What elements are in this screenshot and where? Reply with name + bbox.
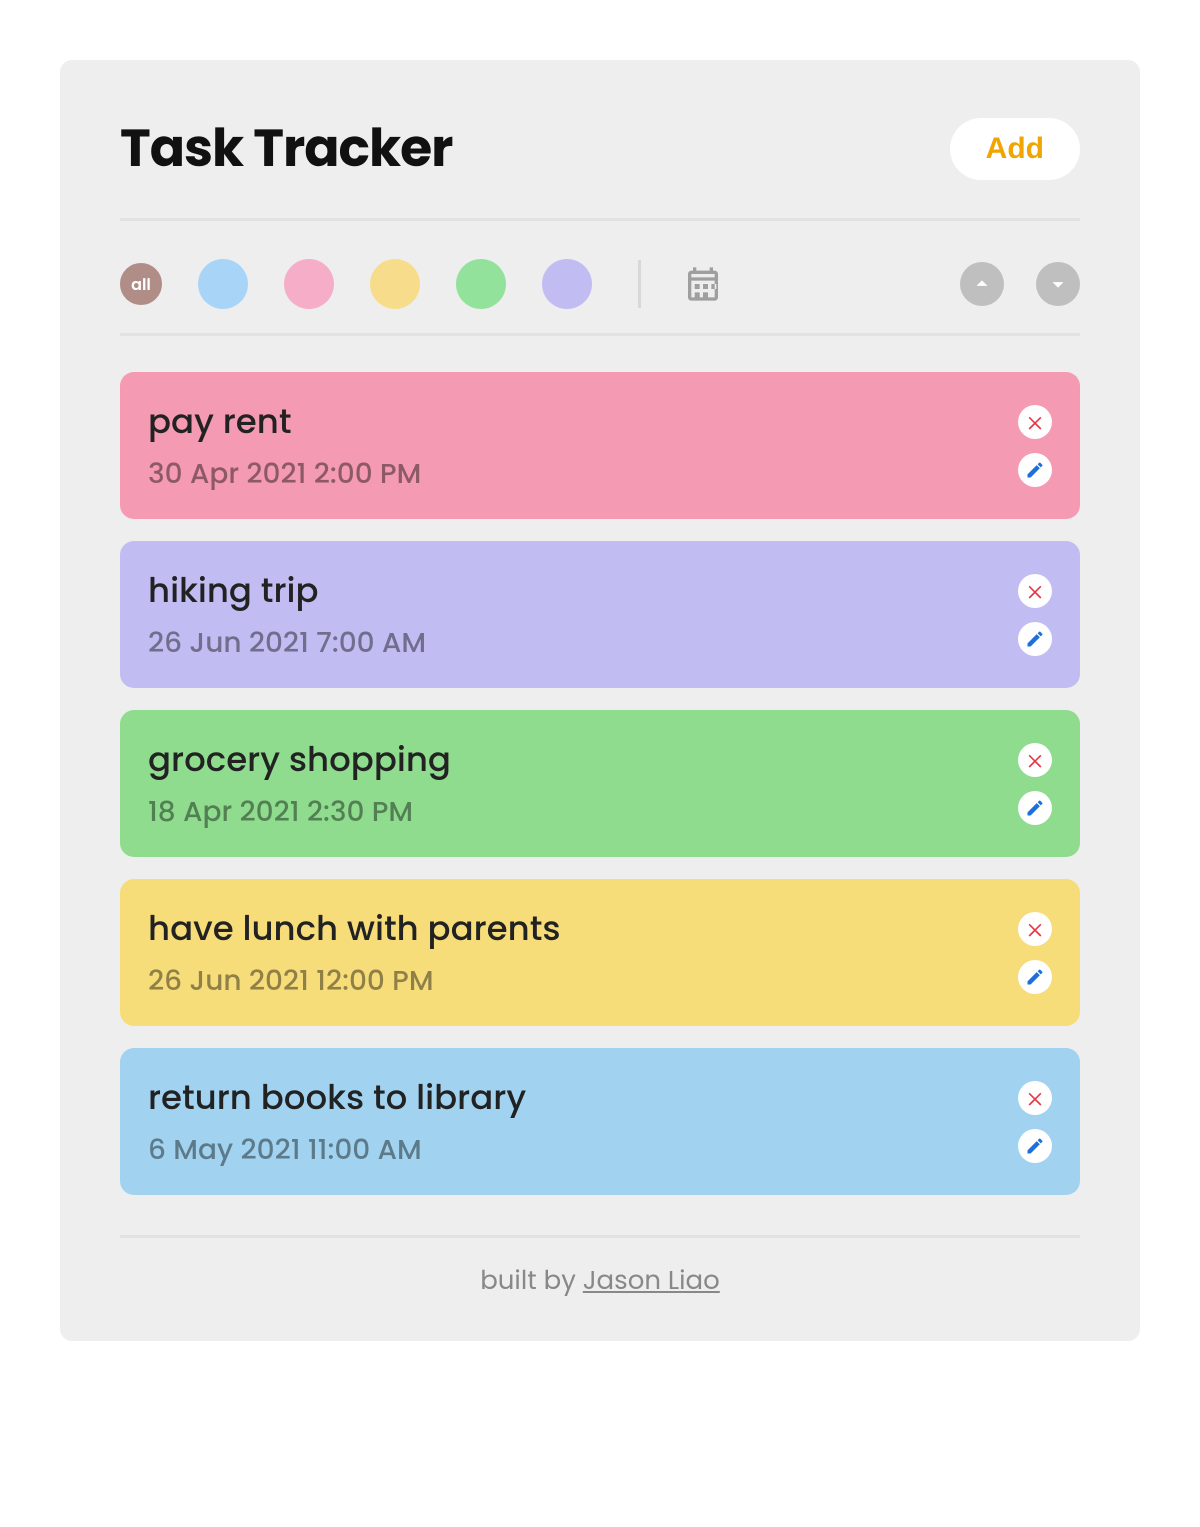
task-card: hiking trip 26 Jun 2021 7:00 AM — [120, 541, 1080, 688]
task-title: have lunch with parents — [148, 903, 561, 954]
toolbar-right — [960, 262, 1080, 306]
task-title: grocery shopping — [148, 734, 451, 785]
toolbar: all — [120, 241, 1080, 336]
add-button[interactable]: Add — [950, 118, 1080, 180]
delete-button[interactable] — [1018, 574, 1052, 608]
task-date: 6 May 2021 11:00 AM — [148, 1129, 526, 1171]
filter-color-pink[interactable] — [284, 259, 334, 309]
task-card: return books to library 6 May 2021 11:00 … — [120, 1048, 1080, 1195]
footer-prefix: built by — [480, 1263, 583, 1299]
footer-author-link[interactable]: Jason Liao — [583, 1263, 720, 1299]
filter-color-purple[interactable] — [542, 259, 592, 309]
task-date: 18 Apr 2021 2:30 PM — [148, 791, 451, 833]
task-card: pay rent 30 Apr 2021 2:00 PM — [120, 372, 1080, 519]
task-title: hiking trip — [148, 565, 426, 616]
task-card: have lunch with parents 26 Jun 2021 12:00… — [120, 879, 1080, 1026]
task-actions — [1018, 574, 1052, 656]
sort-down-button[interactable] — [1036, 262, 1080, 306]
filter-color-yellow[interactable] — [370, 259, 420, 309]
delete-button[interactable] — [1018, 405, 1052, 439]
calendar-icon[interactable] — [683, 264, 723, 304]
sort-up-button[interactable] — [960, 262, 1004, 306]
task-list: pay rent 30 Apr 2021 2:00 PM hiking trip 26… — [120, 372, 1080, 1195]
task-actions — [1018, 912, 1052, 994]
task-date: 26 Jun 2021 7:00 AM — [148, 622, 426, 664]
task-actions — [1018, 405, 1052, 487]
page-title: Task Tracker — [120, 110, 452, 188]
edit-button[interactable] — [1018, 1129, 1052, 1163]
task-info: hiking trip 26 Jun 2021 7:00 AM — [148, 565, 426, 664]
task-info: have lunch with parents 26 Jun 2021 12:00… — [148, 903, 561, 1002]
task-card: grocery shopping 18 Apr 2021 2:30 PM — [120, 710, 1080, 857]
delete-button[interactable] — [1018, 1081, 1052, 1115]
task-info: grocery shopping 18 Apr 2021 2:30 PM — [148, 734, 451, 833]
task-date: 26 Jun 2021 12:00 PM — [148, 960, 561, 1002]
filter-all[interactable]: all — [120, 263, 162, 305]
delete-button[interactable] — [1018, 743, 1052, 777]
filter-color-green[interactable] — [456, 259, 506, 309]
task-info: return books to library 6 May 2021 11:00 … — [148, 1072, 526, 1171]
delete-button[interactable] — [1018, 912, 1052, 946]
task-title: return books to library — [148, 1072, 526, 1123]
task-title: pay rent — [148, 396, 421, 447]
header: Task Tracker Add — [120, 110, 1080, 221]
app-container: Task Tracker Add all pay rent 30 Apr 2021… — [60, 60, 1140, 1341]
edit-button[interactable] — [1018, 791, 1052, 825]
edit-button[interactable] — [1018, 453, 1052, 487]
edit-button[interactable] — [1018, 960, 1052, 994]
footer: built by Jason Liao — [120, 1235, 1080, 1301]
toolbar-divider — [638, 260, 641, 308]
filter-color-blue[interactable] — [198, 259, 248, 309]
task-actions — [1018, 1081, 1052, 1163]
task-actions — [1018, 743, 1052, 825]
task-date: 30 Apr 2021 2:00 PM — [148, 453, 421, 495]
edit-button[interactable] — [1018, 622, 1052, 656]
task-info: pay rent 30 Apr 2021 2:00 PM — [148, 396, 421, 495]
